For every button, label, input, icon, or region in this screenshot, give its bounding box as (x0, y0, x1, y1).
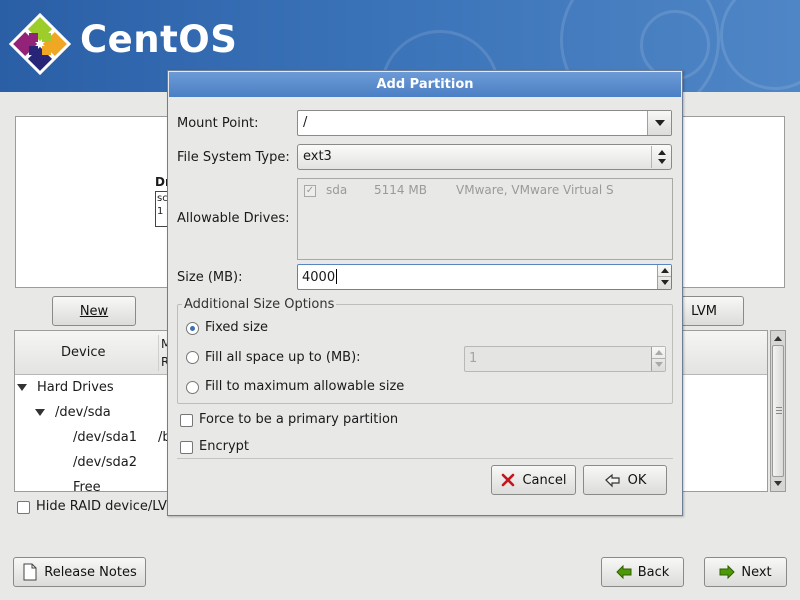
drive-size: 5114 MB (374, 183, 427, 197)
drive-checkbox[interactable]: ✓ (304, 185, 316, 197)
tree-row-label: /dev/sda2 (73, 455, 137, 470)
release-notes-button[interactable]: Release Notes (13, 557, 146, 587)
scroll-down-icon[interactable] (774, 481, 782, 486)
lvm-button-label: LVM (691, 303, 717, 319)
fill-up-to-spinbox: 1 (464, 346, 666, 372)
tree-row-label: Free (73, 480, 101, 492)
cancel-button[interactable]: Cancel (491, 465, 576, 495)
arrow-left-icon (616, 565, 632, 579)
tree-row-hard-drives[interactable]: Hard Drives (17, 380, 114, 395)
document-icon (23, 563, 37, 581)
additional-size-options-title: Additional Size Options (182, 297, 337, 312)
tree-row-label: Hard Drives (37, 380, 114, 395)
fill-up-to-spin-buttons (651, 347, 665, 371)
tree-row-dev-sda1[interactable]: /dev/sda1 (73, 430, 137, 445)
scroll-thumb[interactable] (772, 345, 784, 477)
fs-type-label: File System Type: (177, 150, 290, 165)
size-value: 4000 (302, 270, 336, 285)
fill-max-label: Fill to maximum allowable size (205, 379, 405, 394)
fixed-size-label: Fixed size (205, 320, 269, 335)
column-device[interactable]: Device (61, 345, 105, 360)
arrow-down-icon (658, 159, 666, 164)
tree-row-label: /dev/sda1 (73, 430, 137, 445)
tree-scrollbar[interactable] (770, 330, 786, 492)
spin-up-icon[interactable] (661, 268, 669, 273)
ok-hand-icon (604, 473, 620, 488)
logo-text: CentOS (80, 18, 238, 61)
centos-logo-icon (8, 12, 72, 76)
new-button-label: New (79, 303, 109, 319)
spin-up-icon (655, 350, 663, 355)
release-notes-label: Release Notes (44, 564, 137, 580)
spin-divider (658, 276, 671, 277)
cancel-icon (502, 473, 515, 487)
tree-row-dev-sda[interactable]: /dev/sda (35, 405, 111, 420)
dialog-title: Add Partition (169, 72, 681, 97)
fs-type-value: ext3 (303, 149, 332, 164)
banner-swirl (720, 0, 800, 90)
allowable-drives-list[interactable]: ✓ sda 5114 MB VMware, VMware Virtual S (297, 178, 673, 260)
spin-divider (652, 358, 665, 359)
tree-row-label: /dev/sda (55, 405, 111, 420)
fill-max-radio[interactable] (186, 381, 199, 394)
back-label: Back (637, 564, 670, 580)
tree-row-dev-sda2[interactable]: /dev/sda2 (73, 455, 137, 470)
hide-raid-label: Hide RAID device/LV (36, 499, 167, 514)
fill-up-to-radio[interactable] (186, 351, 199, 364)
scroll-up-icon[interactable] (774, 336, 782, 341)
tree-row-free[interactable]: Free (73, 480, 101, 492)
expander-icon[interactable] (35, 409, 45, 416)
back-button[interactable]: Back (601, 557, 684, 587)
mount-point-combo[interactable]: / (297, 110, 672, 136)
add-partition-dialog: Add Partition Mount Point: / File System… (167, 70, 683, 516)
arrow-right-icon (719, 565, 736, 579)
grip-line (776, 407, 782, 408)
size-value-wrap: 4000 (302, 269, 338, 285)
arrow-up-icon (658, 150, 666, 155)
grip-line (776, 410, 782, 411)
expander-icon[interactable] (17, 384, 27, 391)
cancel-label: Cancel (522, 472, 567, 488)
size-spin-buttons[interactable] (657, 265, 671, 289)
size-spinbox[interactable]: 4000 (297, 264, 672, 290)
drive-name: sda (326, 183, 348, 197)
fill-up-to-label: Fill all space up to (MB): (205, 350, 361, 365)
mount-point-label: Mount Point: (177, 116, 259, 131)
next-label: Next (741, 564, 772, 580)
text-caret (336, 269, 338, 284)
allowable-drives-label: Allowable Drives: (177, 211, 290, 226)
chevron-down-icon (655, 120, 665, 126)
drive-model: VMware, VMware Virtual S (456, 183, 614, 197)
new-partition-button[interactable]: New (52, 296, 136, 326)
size-label: Size (MB): (177, 270, 243, 285)
mount-point-dropdown[interactable] (647, 111, 671, 135)
ok-button[interactable]: OK (583, 465, 667, 495)
grip-line (776, 413, 782, 414)
mount-point-value: / (303, 115, 308, 130)
spin-down-icon (655, 362, 663, 367)
updown-arrows-icon (651, 146, 666, 168)
next-button[interactable]: Next (704, 557, 787, 587)
fs-type-select[interactable]: ext3 (297, 144, 672, 170)
encrypt-label: Encrypt (199, 439, 249, 454)
spin-down-icon[interactable] (661, 280, 669, 285)
combo-separator (651, 146, 652, 168)
fixed-size-radio[interactable] (186, 322, 199, 335)
fill-up-to-value: 1 (469, 351, 478, 366)
ok-label: OK (627, 472, 647, 488)
force-primary-checkbox[interactable] (180, 414, 193, 427)
force-primary-label: Force to be a primary partition (199, 412, 399, 427)
dialog-separator (177, 458, 673, 459)
encrypt-checkbox[interactable] (180, 441, 193, 454)
hide-raid-checkbox[interactable] (17, 501, 30, 514)
